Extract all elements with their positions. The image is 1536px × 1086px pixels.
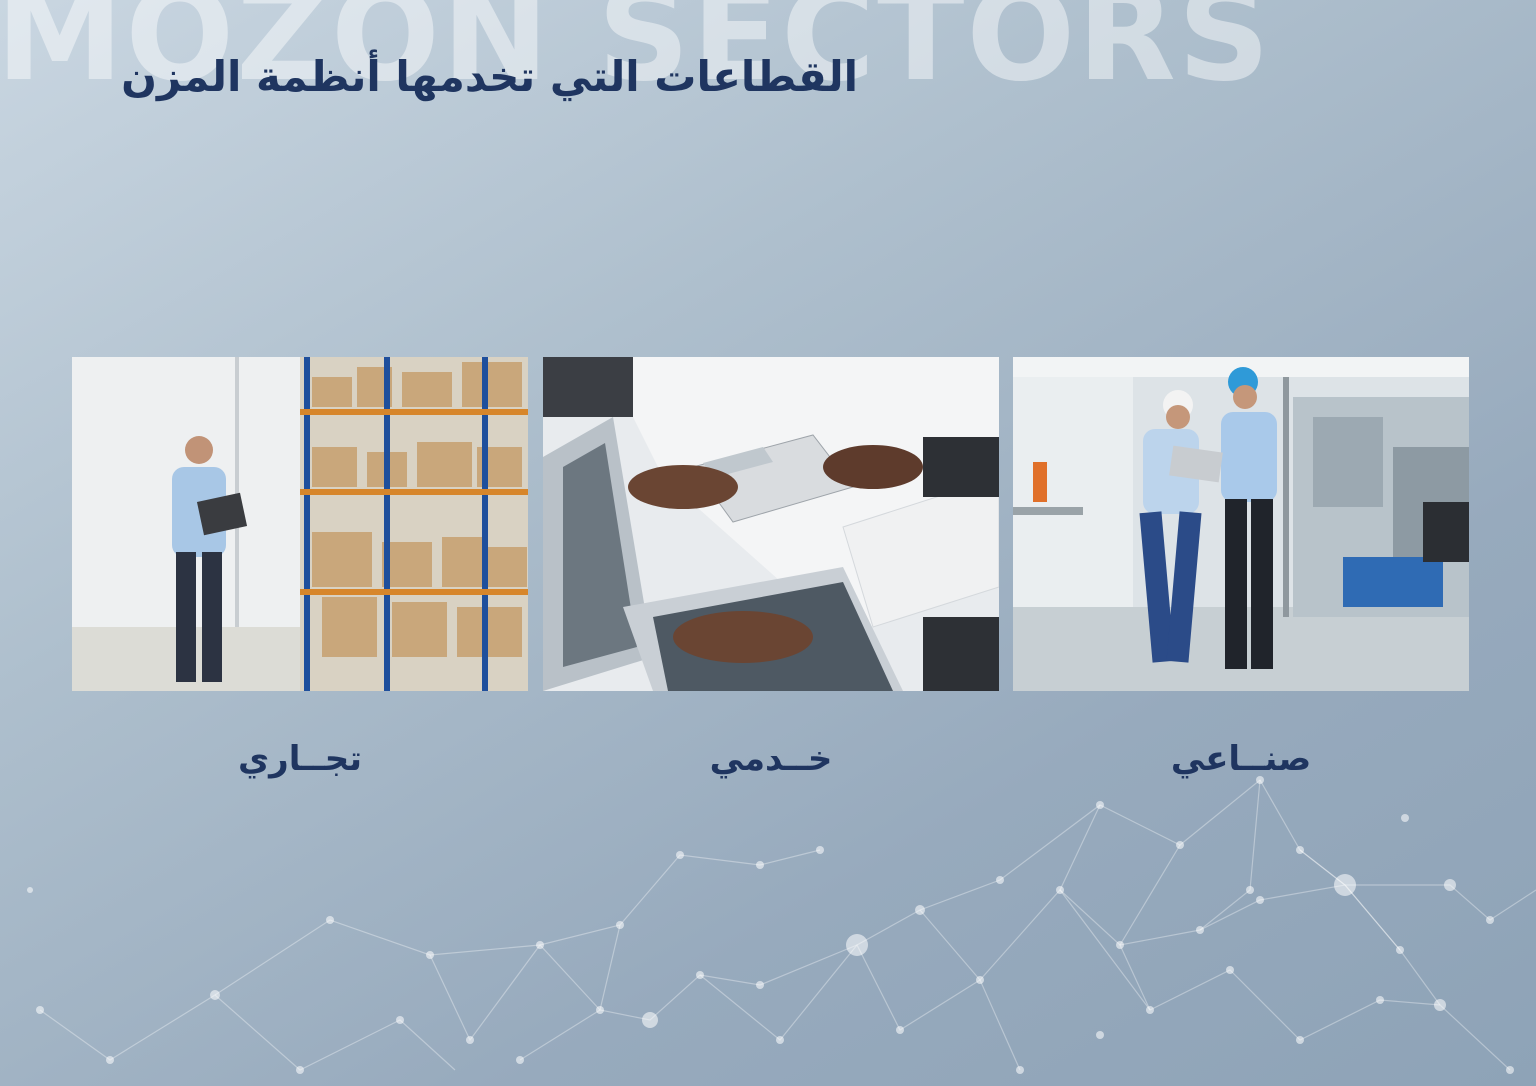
sector-label-industrial: صنــاعي bbox=[1170, 739, 1312, 779]
warehouse-photo bbox=[72, 357, 528, 691]
office-photo bbox=[543, 357, 999, 691]
sector-card-trade: تجــاري bbox=[72, 357, 528, 779]
sector-label-services: خــدمي bbox=[709, 739, 833, 779]
sector-card-industrial: صنــاعي bbox=[1013, 357, 1469, 779]
sector-label-trade: تجــاري bbox=[237, 739, 362, 779]
sector-card-services: خــدمي bbox=[543, 357, 999, 779]
network-decoration bbox=[27, 776, 1536, 1074]
factory-photo bbox=[1013, 357, 1469, 691]
page-title: القطاعات التي تخدمها أنظمة المزن bbox=[121, 52, 858, 101]
